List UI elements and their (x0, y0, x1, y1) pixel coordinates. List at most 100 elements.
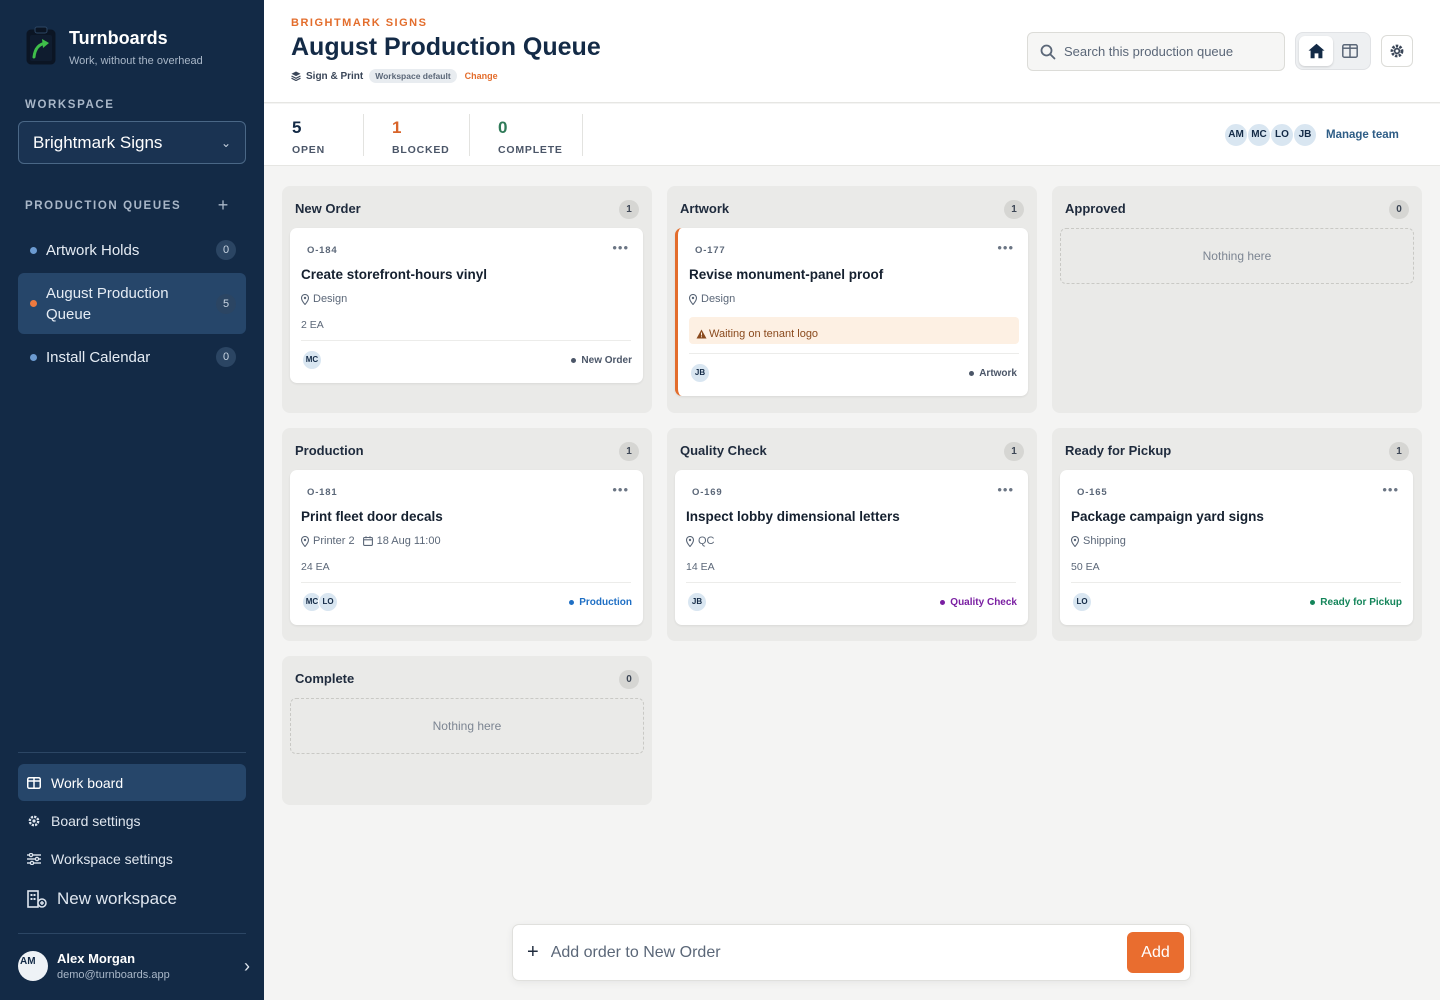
stat-complete: 0 COMPLETE (498, 118, 563, 156)
divider (582, 114, 583, 156)
assignees: LO (1072, 592, 1092, 612)
order-quantity: 14 EA (686, 561, 715, 573)
stat-blocked-value: 1 (392, 118, 402, 137)
nav-board-settings[interactable]: Board settings (18, 802, 246, 839)
status-badge: Ready for Pickup (1310, 597, 1402, 608)
location-pin-icon (686, 535, 694, 547)
blocked-alert: Waiting on tenant logo (689, 317, 1019, 344)
column-title: Artwork (680, 201, 730, 216)
more-icon[interactable]: ••• (1382, 482, 1399, 497)
sidebar: Turnboards Work, without the overhead WO… (0, 0, 264, 1000)
nav-label: Workspace settings (51, 850, 173, 867)
manage-team-link[interactable]: Manage team (1326, 129, 1399, 141)
column-title: Production (295, 443, 364, 458)
order-id: O-169 (692, 487, 723, 498)
order-quantity: 50 EA (1071, 561, 1100, 573)
order-card[interactable]: O-165 ••• Package campaign yard signs Sh… (1060, 470, 1413, 625)
avatar: LO (1072, 592, 1092, 612)
board-view-button[interactable] (1333, 36, 1367, 66)
empty-state: Nothing here (290, 698, 644, 754)
columns-icon (1342, 44, 1358, 58)
status-dot (569, 600, 575, 605)
team-avatars[interactable]: AM MC LO JB Manage team (1224, 123, 1399, 147)
order-card[interactable]: O-181 ••• Print fleet door decals Printe… (290, 470, 643, 625)
gear-icon (27, 814, 41, 828)
search-box[interactable] (1027, 32, 1285, 71)
sidebar-item-artwork-holds[interactable]: Artwork Holds 0 (18, 238, 246, 262)
order-card[interactable]: O-177 ••• Revise monument-panel proof De… (675, 228, 1028, 396)
change-type-link[interactable]: Change (465, 71, 498, 81)
avatar: AM (18, 951, 48, 981)
column-count: 1 (1389, 442, 1409, 461)
sidebar-item-august-production-queue[interactable]: August Production Queue 5 (18, 273, 246, 334)
location-pin-icon (301, 293, 309, 305)
queue-type: Sign & Print (291, 71, 363, 82)
home-icon (1308, 43, 1324, 59)
divider (686, 582, 1016, 583)
chevron-down-icon: ⌄ (220, 135, 231, 150)
add-order-input[interactable] (550, 943, 1091, 962)
add-order-button[interactable]: Add (1127, 932, 1184, 973)
assignees: MC (302, 350, 322, 370)
divider (363, 114, 364, 156)
more-icon[interactable]: ••• (612, 482, 629, 497)
column-title: Approved (1065, 201, 1126, 216)
column-count: 1 (619, 442, 639, 461)
queue-count: 0 (216, 240, 236, 260)
status-dot (571, 358, 577, 363)
order-id: O-184 (307, 245, 338, 256)
order-title: Print fleet door decals (301, 509, 443, 524)
gear-icon (1390, 44, 1404, 58)
user-menu[interactable]: AM Alex Morgan demo@turnboards.app › (18, 949, 250, 983)
order-meta: QC (686, 535, 715, 547)
avatar: MC (1247, 123, 1271, 147)
column-title: Ready for Pickup (1065, 443, 1172, 458)
column-approved: Approved 0 Nothing here (1052, 186, 1422, 413)
location-pin-icon (689, 293, 697, 305)
sidebar-item-install-calendar[interactable]: Install Calendar 0 (18, 345, 246, 369)
order-id: O-181 (307, 487, 338, 498)
home-view-button[interactable] (1299, 36, 1333, 66)
page-title: August Production Queue (291, 33, 601, 61)
queue-dot (30, 300, 37, 307)
status-label: Ready for Pickup (1320, 597, 1402, 608)
warning-icon (696, 329, 707, 339)
column-new-order: New Order 1 O-184 ••• Create storefront-… (282, 186, 652, 413)
more-icon[interactable]: ••• (997, 482, 1014, 497)
nav-workspace-settings[interactable]: Workspace settings (18, 840, 246, 877)
column-count: 1 (619, 200, 639, 219)
settings-button[interactable] (1381, 35, 1413, 67)
order-quantity: 2 EA (301, 319, 324, 331)
divider (469, 114, 470, 156)
divider (18, 752, 246, 753)
order-location: Shipping (1083, 535, 1126, 547)
search-input[interactable] (1064, 44, 1279, 59)
column-title: Complete (295, 671, 355, 686)
sliders-icon (27, 852, 41, 866)
avatar: JB (687, 592, 707, 612)
page-header: BRIGHTMARK SIGNS August Production Queue… (264, 0, 1440, 103)
status-label: Production (579, 597, 632, 608)
stats-bar: 5 OPEN 1 BLOCKED 0 COMPLETE AM MC LO JB … (264, 104, 1440, 166)
avatar: JB (1293, 123, 1317, 147)
order-card[interactable]: O-169 ••• Inspect lobby dimensional lett… (675, 470, 1028, 625)
nav-work-board[interactable]: Work board (18, 764, 246, 801)
column-count: 0 (619, 670, 639, 689)
column-production: Production 1 O-181 ••• Print fleet door … (282, 428, 652, 641)
user-email: demo@turnboards.app (57, 969, 170, 981)
more-icon[interactable]: ••• (997, 240, 1014, 255)
status-badge: New Order (571, 355, 632, 366)
order-title: Revise monument-panel proof (689, 267, 884, 282)
avatar: JB (690, 363, 710, 383)
add-queue-button[interactable]: + (214, 195, 232, 215)
column-count: 1 (1004, 200, 1024, 219)
workspace-select[interactable]: Brightmark Signs ⌄ (18, 121, 246, 164)
order-id: O-177 (695, 245, 726, 256)
order-card[interactable]: O-184 ••• Create storefront-hours vinyl … (290, 228, 643, 383)
nav-new-workspace[interactable]: New workspace (18, 880, 246, 917)
more-icon[interactable]: ••• (612, 240, 629, 255)
column-count: 1 (1004, 442, 1024, 461)
order-meta: Shipping (1071, 535, 1126, 547)
brand[interactable]: Turnboards Work, without the overhead (25, 26, 203, 67)
column-title: New Order (295, 201, 361, 216)
